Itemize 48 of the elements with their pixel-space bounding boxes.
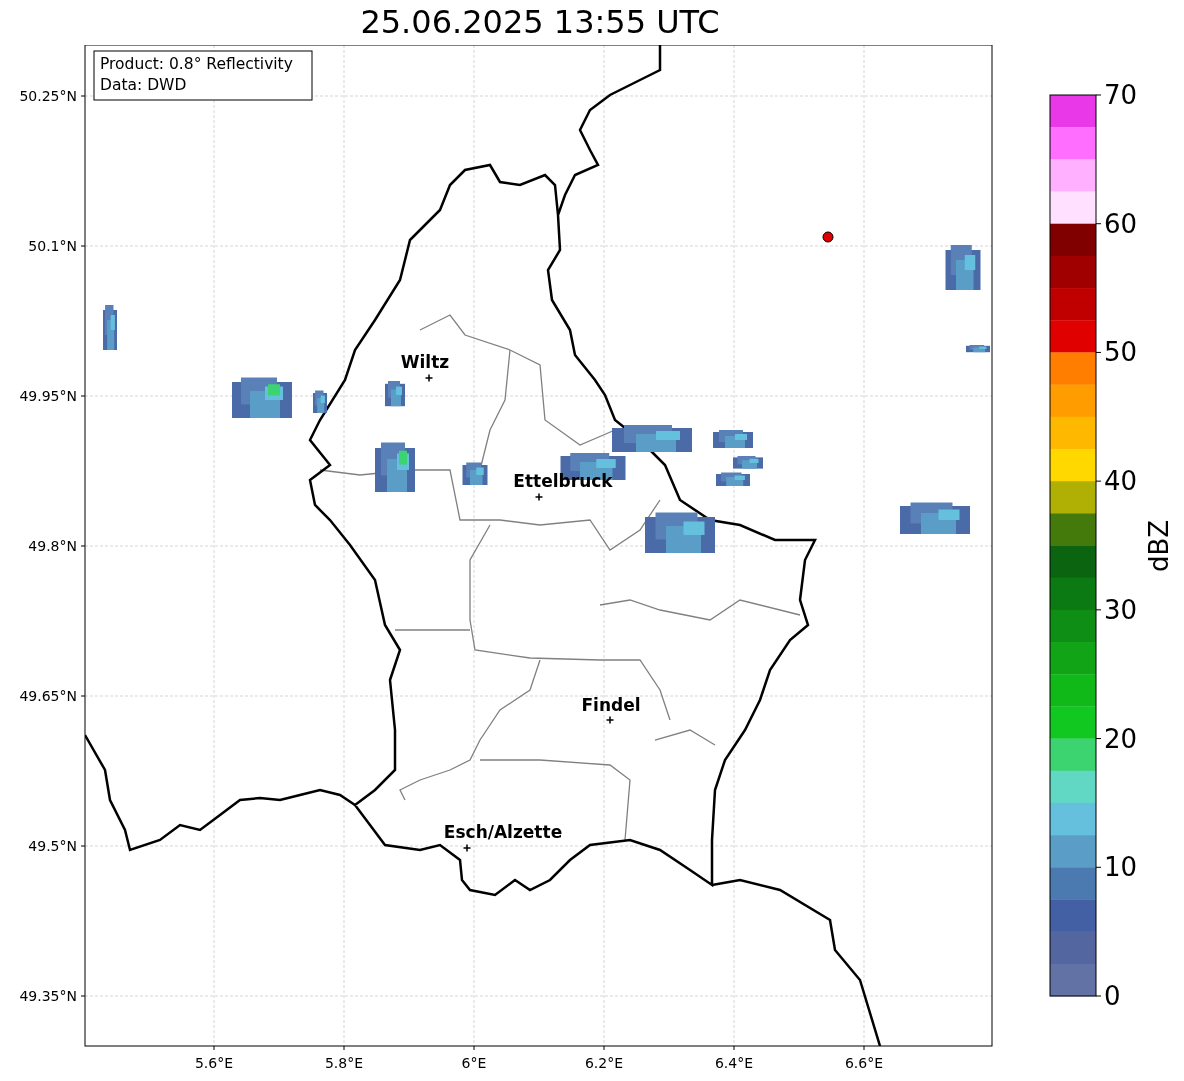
info-text: Product: 0.8° Reflectivity <box>100 55 293 73</box>
station-dot <box>822 231 834 243</box>
tick-label: 6°E <box>461 1055 487 1071</box>
city-label: Ettelbruck <box>513 471 613 491</box>
tick-label: 49.65°N <box>19 688 77 704</box>
tick-label: 49.5°N <box>28 838 77 854</box>
radar-echo <box>645 512 715 553</box>
tick-label: 5.8°E <box>324 1055 364 1071</box>
tick-label: 6.6°E <box>844 1055 884 1071</box>
info-text: Data: DWD <box>100 76 187 94</box>
colorbar-tick-label: 60 <box>1104 208 1138 239</box>
city-marker-icon <box>605 715 615 725</box>
colorbar-tick-label: 0 <box>1104 981 1121 1011</box>
radar-echo <box>945 245 981 290</box>
radar-echo <box>385 381 405 407</box>
radar-echo <box>103 305 117 350</box>
colorbar-tick-label: 70 <box>1104 80 1138 110</box>
city-marker-icon <box>462 843 472 853</box>
radar-echo <box>462 462 488 485</box>
tick-label: 6.2°E <box>584 1055 624 1071</box>
colorbar-tick-label: 20 <box>1104 723 1138 754</box>
radar-echo <box>900 502 970 534</box>
colorbar-tick-label: 50 <box>1104 337 1138 368</box>
tick-label: 49.35°N <box>19 988 77 1004</box>
radar-echo <box>313 390 327 413</box>
city-label: Findel <box>581 695 641 715</box>
colorbar-label: dBZ <box>1144 519 1174 573</box>
canton-border-line <box>654 729 716 746</box>
radar-echo <box>733 456 763 469</box>
tick-label: 5.6°E <box>194 1055 234 1071</box>
radar-echo <box>716 472 750 486</box>
map-title: 25.06.2025 13:55 UTC <box>359 2 721 43</box>
tick-label: 49.95°N <box>19 388 77 404</box>
tick-label: 50.1°N <box>28 238 77 254</box>
colorbar-tick-label: 40 <box>1104 466 1138 497</box>
city-label: Wiltz <box>400 352 450 372</box>
tick-label: 49.8°N <box>28 538 77 554</box>
radar-echo <box>232 377 292 418</box>
tick-label: 50.25°N <box>19 88 77 104</box>
radar-echo <box>966 345 990 353</box>
city-marker-icon <box>534 492 544 502</box>
colorbar-tick-label: 30 <box>1104 594 1138 625</box>
radar-echo <box>375 442 415 492</box>
tick-label: 6.4°E <box>714 1055 754 1071</box>
radar-echo <box>713 430 753 448</box>
city-label: Esch/Alzette <box>443 822 563 842</box>
colorbar-tick-label: 10 <box>1104 852 1138 883</box>
city-marker-icon <box>424 373 434 383</box>
